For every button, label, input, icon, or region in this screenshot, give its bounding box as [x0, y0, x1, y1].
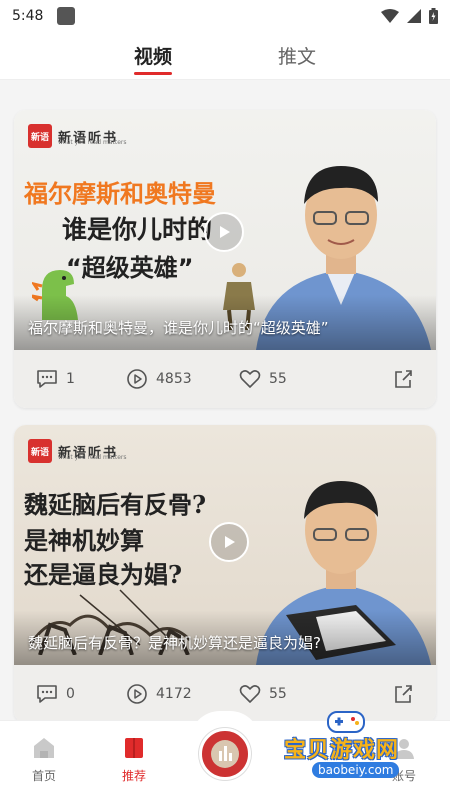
comment-count: 1	[66, 371, 75, 387]
nav-center-player[interactable]	[199, 728, 251, 780]
play-circle-icon	[127, 369, 147, 389]
thumbnail-headline-line: “超级英雄”	[66, 254, 194, 282]
tab-article[interactable]: 推文	[278, 32, 316, 69]
nav-recommend[interactable]: 推荐	[104, 735, 164, 784]
share-button[interactable]	[392, 368, 414, 390]
brand-tagline: what you read matters	[58, 454, 127, 461]
like-button[interactable]: 55	[239, 369, 359, 389]
video-card[interactable]: 新语 新语听书 what you read matters 魏延脑后有反骨? 是…	[14, 425, 436, 720]
video-thumbnail[interactable]: 新语 新语听书 what you read matters 魏延脑后有反骨? 是…	[14, 425, 436, 665]
video-caption: 魏延脑后有反骨？是神机妙算还是逼良为娼?	[14, 610, 436, 665]
heart-icon	[239, 685, 261, 703]
comment-button[interactable]: 1	[36, 369, 126, 389]
like-count: 55	[269, 686, 287, 702]
comment-icon	[37, 370, 57, 388]
share-icon	[395, 370, 412, 388]
thumbnail-headline-line: 福尔摩斯和奥特曼	[24, 180, 216, 208]
audio-bars-icon	[211, 740, 239, 768]
watermark-title: 宝贝游戏网	[284, 738, 400, 763]
nav-home[interactable]: 首页	[14, 735, 74, 784]
gamepad-icon	[327, 711, 365, 733]
share-button[interactable]	[392, 683, 414, 705]
video-caption: 福尔摩斯和奥特曼，谁是你儿时的“超级英雄”	[14, 295, 436, 350]
like-button[interactable]: 55	[239, 684, 359, 704]
comment-count: 0	[66, 686, 75, 702]
tab-video[interactable]: 视频	[133, 32, 173, 75]
watermark: 宝贝游戏网 baobeiy.com	[276, 706, 426, 786]
share-icon	[395, 685, 412, 703]
video-card[interactable]: 新语 新语听书 what you read matters 福尔摩斯和奥特曼 谁…	[14, 110, 436, 408]
video-thumbnail[interactable]: 新语 新语听书 what you read matters 福尔摩斯和奥特曼 谁…	[14, 110, 436, 350]
card-actions: 1 4853 55	[14, 350, 436, 408]
brand-logo: 新语	[28, 124, 52, 148]
book-icon	[125, 738, 143, 758]
play-button[interactable]	[204, 212, 244, 252]
thumbnail-headline-line: 是神机妙算	[24, 526, 144, 555]
battery-icon	[429, 8, 438, 24]
wifi-icon	[381, 9, 399, 23]
watermark-url: baobeiy.com	[312, 762, 400, 778]
top-tabs: 视频 推文	[0, 32, 450, 80]
brand-tagline: what you read matters	[58, 139, 127, 146]
play-button[interactable]	[209, 522, 249, 562]
home-icon	[34, 738, 54, 758]
heart-icon	[239, 370, 261, 388]
play-count: 4172	[126, 683, 239, 705]
notification-icon	[57, 7, 76, 25]
play-icon	[225, 536, 235, 548]
play-icon	[220, 226, 230, 238]
play-circle-icon	[127, 684, 147, 704]
status-time: 5:48	[12, 8, 44, 24]
comment-button[interactable]: 0	[36, 684, 126, 704]
status-icons	[381, 8, 438, 24]
play-count: 4853	[126, 368, 239, 390]
status-bar: 5:48	[0, 0, 450, 32]
signal-icon	[407, 9, 421, 23]
nav-home-label: 首页	[31, 769, 56, 783]
video-feed[interactable]: 新语 新语听书 what you read matters 福尔摩斯和奥特曼 谁…	[0, 80, 450, 720]
play-count-value: 4172	[156, 686, 192, 702]
thumbnail-headline-line: 魏延脑后有反骨?	[24, 490, 207, 519]
thumbnail-headline-line: 谁是你儿时的	[62, 215, 213, 244]
nav-recommend-label: 推荐	[121, 769, 146, 783]
like-count: 55	[269, 371, 287, 387]
comment-icon	[37, 685, 57, 703]
brand-logo: 新语	[28, 439, 52, 463]
play-count-value: 4853	[156, 371, 192, 387]
